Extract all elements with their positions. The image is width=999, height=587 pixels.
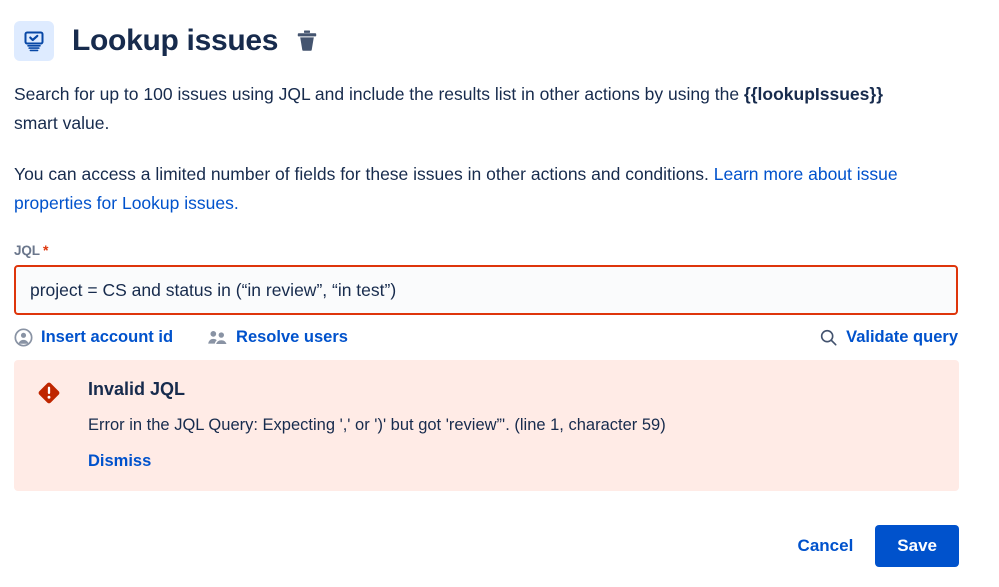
resolve-users-link[interactable]: Resolve users bbox=[207, 328, 348, 347]
resolve-users-label: Resolve users bbox=[236, 327, 348, 346]
cancel-button[interactable]: Cancel bbox=[794, 530, 858, 562]
required-indicator: * bbox=[42, 242, 49, 258]
insert-account-id-label: Insert account id bbox=[41, 327, 174, 346]
validate-query-label: Validate query bbox=[846, 327, 958, 346]
person-icon bbox=[14, 327, 33, 347]
error-title: Invalid JQL bbox=[88, 379, 186, 399]
jql-label-text: JQL bbox=[14, 243, 40, 258]
panel-footer: Cancel Save bbox=[794, 525, 959, 567]
invalid-jql-error-panel: Invalid JQL Error in the JQL Query: Expe… bbox=[14, 360, 959, 491]
error-body: Invalid JQL Error in the JQL Query: Expe… bbox=[88, 377, 666, 471]
description-paragraph-2: You can access a limited number of field… bbox=[14, 160, 924, 218]
panel-header: Lookup issues bbox=[14, 0, 959, 63]
trash-icon[interactable] bbox=[294, 28, 320, 54]
lookup-issues-panel: Lookup issues Search for up to 100 issue… bbox=[0, 0, 999, 587]
people-group-icon bbox=[207, 328, 229, 347]
description-text-1a: Search for up to 100 issues using JQL an… bbox=[14, 84, 744, 104]
page-title: Lookup issues bbox=[72, 24, 279, 57]
validate-query-link[interactable]: Validate query bbox=[819, 328, 958, 347]
lookup-issues-screen-check-icon bbox=[14, 21, 54, 61]
error-message: Error in the JQL Query: Expecting ',' or… bbox=[88, 416, 666, 434]
search-icon bbox=[819, 328, 838, 347]
description-text-2: You can access a limited number of field… bbox=[14, 164, 714, 184]
description-text-1b: smart value. bbox=[14, 113, 110, 133]
jql-field-label: JQL * bbox=[14, 242, 959, 258]
jql-actions-row: Insert account id Resolve users Validate… bbox=[14, 325, 958, 349]
insert-account-id-link[interactable]: Insert account id bbox=[14, 328, 173, 347]
dismiss-link[interactable]: Dismiss bbox=[88, 452, 151, 471]
save-button[interactable]: Save bbox=[875, 525, 959, 567]
error-diamond-icon bbox=[36, 380, 62, 406]
jql-input[interactable] bbox=[14, 265, 958, 315]
smart-value-token: {{lookupIssues}} bbox=[743, 84, 883, 104]
description-paragraph-1: Search for up to 100 issues using JQL an… bbox=[14, 80, 924, 138]
